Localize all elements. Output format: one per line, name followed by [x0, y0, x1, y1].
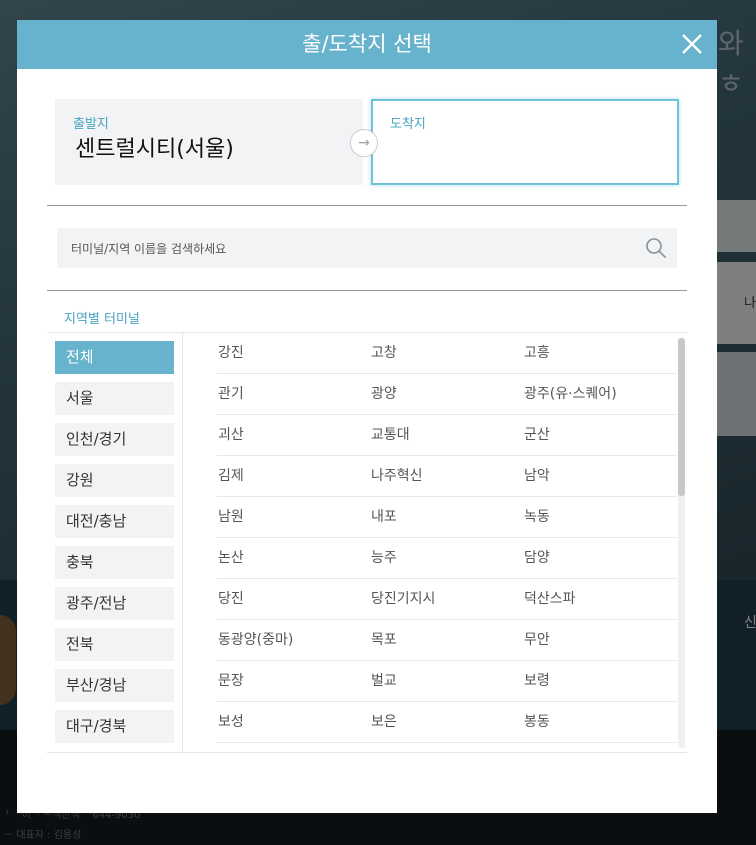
- terminal-row: 논산 능주 담양: [217, 538, 677, 579]
- search-input[interactable]: [69, 228, 633, 270]
- departure-value: 센트럴시티(서울): [75, 137, 234, 162]
- departure-label: 출발지: [73, 117, 109, 132]
- terminal-list-scrollbar[interactable]: [678, 338, 685, 748]
- terminal-item[interactable]: 괴산: [217, 415, 371, 455]
- close-icon[interactable]: [679, 31, 705, 57]
- terminal-item[interactable]: 교통대: [371, 415, 524, 455]
- terminal-item[interactable]: 목포: [371, 620, 524, 660]
- terminal-item[interactable]: 당진: [217, 579, 371, 619]
- region-item[interactable]: 부산/경남: [55, 669, 174, 702]
- terminal-list: 강진 고창 고흥 관기 광양 광주(유·스퀘어) 괴산 교통대 군산 김제 나주혁신 남악 남원 내포 녹동…: [217, 333, 677, 751]
- region-item[interactable]: 대구/경북: [55, 710, 174, 743]
- departure-field[interactable]: 출발지 센트럴시티(서울): [55, 99, 363, 185]
- terminal-item[interactable]: 관기: [217, 374, 371, 414]
- terminal-item[interactable]: 고흥: [524, 333, 677, 373]
- region-item[interactable]: 전북: [55, 628, 174, 661]
- terminal-item[interactable]: 광주(유·스퀘어): [524, 374, 677, 414]
- terminal-row: 당진 당진기지시 덕산스파: [217, 579, 677, 620]
- terminal-item[interactable]: 김제: [217, 456, 371, 496]
- terminal-row: 남원 내포 녹동: [217, 497, 677, 538]
- terminal-row: 김제 나주혁신 남악: [217, 456, 677, 497]
- terminal-item[interactable]: 남악: [524, 456, 677, 496]
- modal-header: 출/도착지 선택: [17, 20, 717, 69]
- terminal-item[interactable]: 봉동: [524, 702, 677, 742]
- arrival-label: 도착지: [390, 117, 426, 132]
- terminal-item[interactable]: 논산: [217, 538, 371, 578]
- terminal-item[interactable]: 능주: [371, 538, 524, 578]
- column-divider: [182, 333, 183, 751]
- terminal-row: 문장 벌교 보령: [217, 661, 677, 702]
- terminal-item[interactable]: 녹동: [524, 497, 677, 537]
- terminal-item[interactable]: 보은: [371, 702, 524, 742]
- terminal-row: 동광양(중마) 목포 무안: [217, 620, 677, 661]
- region-item[interactable]: 대전/충남: [55, 505, 174, 538]
- terminal-row: 강진 고창 고흥: [217, 333, 677, 374]
- modal-title: 출/도착지 선택: [302, 32, 432, 56]
- divider: [47, 752, 687, 753]
- terminal-item[interactable]: 동광양(중마): [217, 620, 371, 660]
- region-item[interactable]: 충북: [55, 546, 174, 579]
- terminal-row: 보성 보은 봉동: [217, 702, 677, 743]
- region-item[interactable]: 인천/경기: [55, 423, 174, 456]
- scrollbar-thumb[interactable]: [678, 338, 685, 496]
- terminal-row: 괴산 교통대 군산: [217, 415, 677, 456]
- terminal-item[interactable]: 덕산스파: [524, 579, 677, 619]
- swap-arrow-icon[interactable]: →: [350, 129, 378, 157]
- divider: [47, 205, 687, 206]
- terminal-item[interactable]: 내포: [371, 497, 524, 537]
- terminal-item[interactable]: 고창: [371, 333, 524, 373]
- arrival-field[interactable]: 도착지: [371, 99, 679, 185]
- region-item[interactable]: 전체: [55, 341, 174, 374]
- terminal-item[interactable]: 담양: [524, 538, 677, 578]
- region-item[interactable]: 강원: [55, 464, 174, 497]
- terminal-select-modal: 출/도착지 선택 출발지 센트럴시티(서울) 도착지 → 지역별 터미널 전체서…: [17, 20, 717, 813]
- terminal-item[interactable]: 광양: [371, 374, 524, 414]
- region-section-title: 지역별 터미널: [64, 312, 140, 327]
- search-icon[interactable]: [645, 237, 667, 259]
- terminal-item[interactable]: 문장: [217, 661, 371, 701]
- terminal-item[interactable]: 당진기지시: [371, 579, 524, 619]
- divider: [47, 290, 687, 291]
- terminal-row: 관기 광양 광주(유·스퀘어): [217, 374, 677, 415]
- region-item[interactable]: 서울: [55, 382, 174, 415]
- terminal-item[interactable]: 남원: [217, 497, 371, 537]
- region-list: 전체서울인천/경기강원대전/충남충북광주/전남전북부산/경남대구/경북: [55, 341, 174, 751]
- terminal-item[interactable]: 보령: [524, 661, 677, 701]
- terminal-item[interactable]: 나주혁신: [371, 456, 524, 496]
- terminal-item[interactable]: 보성: [217, 702, 371, 742]
- terminal-item[interactable]: 강진: [217, 333, 371, 373]
- search-bar: [57, 228, 677, 270]
- terminal-item[interactable]: 벌교: [371, 661, 524, 701]
- terminal-item[interactable]: 무안: [524, 620, 677, 660]
- terminal-item[interactable]: 군산: [524, 415, 677, 455]
- region-item[interactable]: 광주/전남: [55, 587, 174, 620]
- route-selector: 출발지 센트럴시티(서울) 도착지 →: [55, 99, 679, 185]
